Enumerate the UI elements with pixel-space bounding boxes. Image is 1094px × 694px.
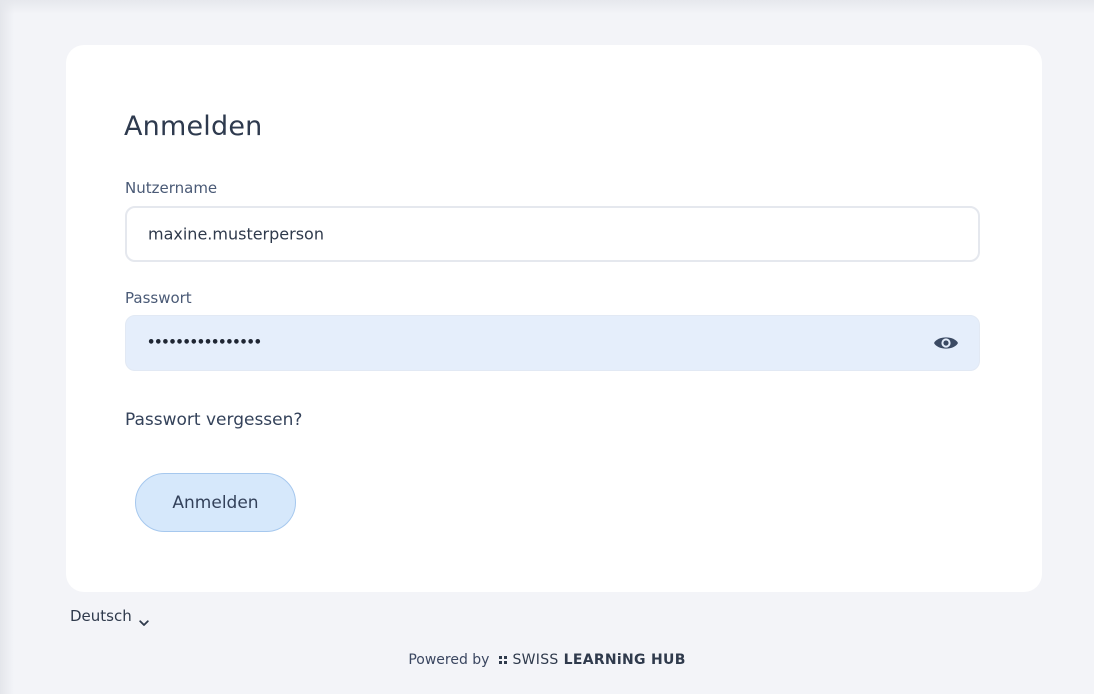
left-shadow (0, 0, 14, 694)
login-card: Anmelden Nutzername maxine.musterperson … (66, 45, 1042, 592)
brand-logo-icon (499, 656, 508, 664)
password-value: •••••••••••••••• (147, 335, 262, 351)
language-select[interactable]: Deutsch (70, 607, 149, 626)
brand-name-light: SWISS (512, 652, 559, 668)
password-field[interactable]: •••••••••••••••• (125, 315, 980, 371)
powered-by-text: Powered by (408, 652, 490, 668)
username-field[interactable]: maxine.musterperson (125, 206, 980, 262)
forgot-password-link[interactable]: Passwort vergessen? (125, 410, 302, 430)
eye-icon[interactable] (933, 334, 959, 352)
brand-name-bold: LEARNiNG HUB (563, 652, 686, 668)
footer: Powered by SWISS LEARNiNG HUB (0, 652, 1094, 668)
brand-logo: SWISS LEARNiNG HUB (499, 652, 685, 668)
username-label: Nutzername (125, 179, 218, 197)
page-title: Anmelden (124, 111, 263, 142)
chevron-down-icon (139, 613, 149, 626)
password-label: Passwort (125, 289, 192, 307)
language-label: Deutsch (70, 607, 132, 625)
login-button[interactable]: Anmelden (135, 473, 296, 532)
username-value: maxine.musterperson (148, 224, 324, 244)
top-shadow (0, 0, 1094, 14)
